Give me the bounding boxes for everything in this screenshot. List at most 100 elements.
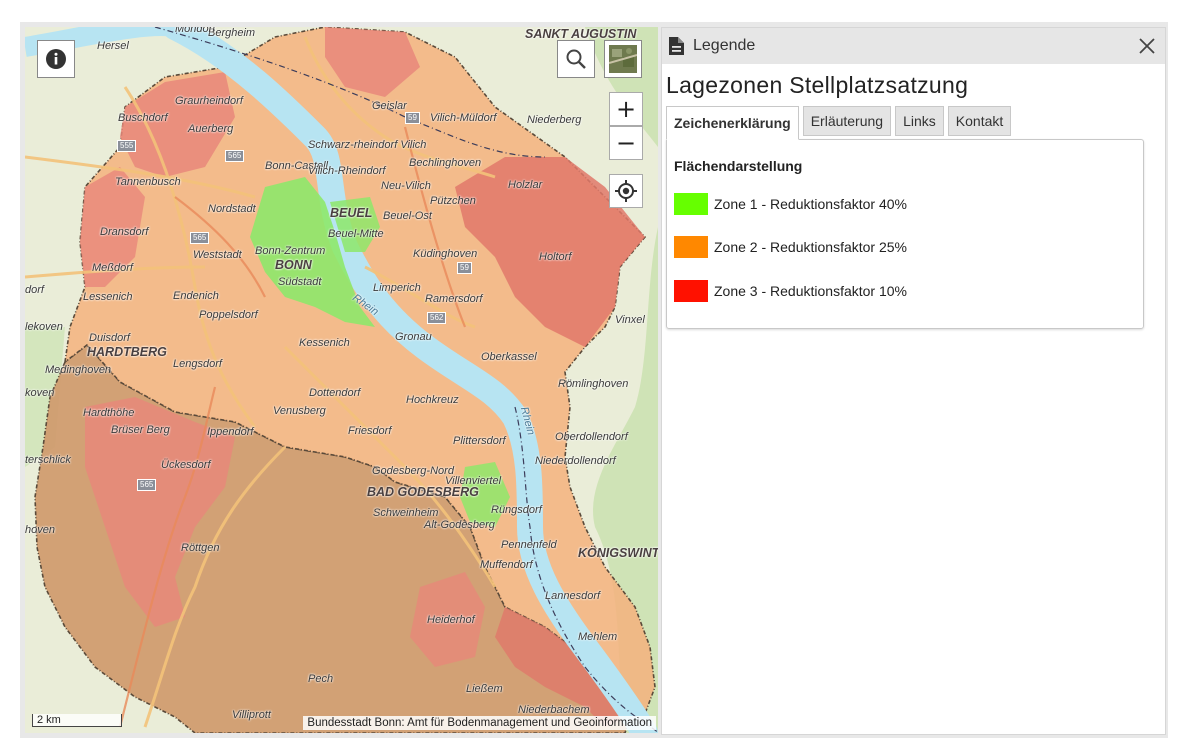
place-label: Pützchen	[430, 195, 476, 207]
place-label: Auerberg	[188, 123, 234, 135]
legend-panel-title: Legende	[693, 37, 756, 54]
place-label: Oberdollendorf	[555, 431, 628, 443]
place-label: BAD GODESBERG	[367, 485, 479, 499]
legend-item-zone-3: Zone 3 - Reduktionsfaktor 10%	[674, 280, 907, 302]
place-label: Endenich	[173, 290, 219, 302]
tab-links[interactable]: Links	[895, 106, 944, 136]
place-label: Poppelsdorf	[199, 309, 258, 321]
basemap-toggle-button[interactable]	[604, 40, 642, 78]
place-label: Gronau	[395, 331, 432, 343]
place-label: Pech	[308, 673, 334, 685]
tab-content: Flächendarstellung Zone 1 - Reduktionsfa…	[666, 139, 1144, 329]
map-view[interactable]: Hersel Bergheim Mondorf SANKT AUGUSTIN Graur…	[25, 27, 658, 733]
place-label: BONN	[275, 258, 312, 272]
place-label: koven	[25, 387, 55, 399]
zone-3-label: Zone 3 - Reduktionsfaktor 10%	[714, 283, 907, 299]
road-number-badge: 59	[405, 112, 420, 124]
place-label: Beuel-Ost	[383, 210, 432, 222]
place-label: Bonn-Zentrum	[255, 245, 326, 257]
place-label: Vinxel	[615, 314, 645, 326]
place-label: Röttgen	[181, 542, 220, 554]
place-label: Schweinheim	[373, 507, 439, 519]
place-label: Weststadt	[193, 249, 242, 261]
place-label: Vilich-Rheindorf	[308, 165, 386, 177]
place-label: Dottendorf	[309, 387, 361, 399]
info-icon	[46, 49, 66, 69]
place-label: Lessenich	[83, 291, 133, 303]
road-number-badge: 565	[137, 479, 157, 491]
zone-3-swatch	[674, 280, 708, 302]
locate-button[interactable]	[609, 174, 643, 208]
place-label: Muffendorf	[480, 559, 533, 571]
place-label: Römlinghoven	[558, 378, 629, 390]
place-label: Ippendorf	[207, 426, 254, 438]
place-label: KÖNIGSWINT	[578, 546, 658, 560]
place-label: Villiprott	[232, 709, 271, 721]
place-label: Oberkassel	[481, 351, 537, 363]
place-label: Holtorf	[539, 251, 572, 263]
place-label: Buschdorf	[118, 112, 168, 124]
place-label: Lannesdorf	[545, 590, 601, 602]
place-label: Hardthöhe	[83, 407, 135, 419]
map-attribution: Bundesstadt Bonn: Amt für Bodenmanagemen…	[303, 716, 656, 730]
tab-erlaeuterung[interactable]: Erläuterung	[802, 106, 892, 136]
road-number-badge: 565	[190, 232, 210, 244]
place-label: Limperich	[373, 282, 421, 294]
place-label: Vilich-Müldorf	[430, 112, 497, 124]
place-label: Schwarz-rheindorf Vilich	[308, 139, 427, 151]
place-label: hoven	[25, 524, 55, 536]
place-label: terschlick	[25, 454, 71, 466]
zoom-out-button[interactable]: −	[609, 126, 643, 160]
place-label: Medinghoven	[45, 364, 112, 376]
place-label: Küdinghoven	[413, 248, 478, 260]
place-label: Plittersdorf	[453, 435, 506, 447]
tab-kontakt[interactable]: Kontakt	[947, 106, 1012, 136]
place-label: Niederberg	[527, 114, 582, 126]
zone-2-label: Zone 2 - Reduktionsfaktor 25%	[714, 239, 907, 255]
place-label: dorf	[25, 284, 44, 296]
place-label: lekoven	[25, 321, 63, 333]
locate-icon	[615, 180, 637, 202]
aerial-basemap-thumbnail	[609, 45, 637, 73]
road-number-badge: 555	[117, 140, 137, 152]
place-label: Niederbachem	[518, 704, 590, 716]
place-label: Südstadt	[278, 276, 322, 288]
close-icon	[1139, 38, 1155, 54]
place-label: Meßdorf	[92, 262, 133, 274]
road-number-badge: 565	[225, 150, 245, 162]
place-label: Pennenfeld	[501, 539, 557, 551]
place-label: Geislar	[372, 100, 407, 112]
place-label: HARDTBERG	[87, 345, 167, 359]
place-label: Graurheindorf	[175, 95, 243, 107]
place-label: Tannenbusch	[115, 176, 181, 188]
place-label: Venusberg	[273, 405, 326, 417]
tab-zeichenerklaerung[interactable]: Zeichenerklärung	[666, 106, 799, 140]
place-label: Mondorf	[175, 27, 216, 35]
place-label: Ramersdorf	[425, 293, 483, 305]
close-button[interactable]	[1135, 34, 1159, 58]
search-button[interactable]	[557, 40, 595, 78]
zoom-in-button[interactable]: +	[609, 92, 643, 126]
place-label: Heiderhof	[427, 614, 475, 626]
place-label: Bechlinghoven	[409, 157, 482, 169]
info-button[interactable]	[37, 40, 75, 78]
place-label: SANKT AUGUSTIN	[525, 27, 637, 41]
place-label: BEUEL	[330, 206, 373, 220]
place-label: Lengsdorf	[173, 358, 222, 370]
legend-panel: Legende Lagezonen Stellplatzsatzung Zeic…	[661, 27, 1166, 735]
road-number-badge: 59	[457, 262, 472, 274]
scale-bar: 2 km	[32, 714, 122, 727]
place-label: Beuel-Mitte	[328, 228, 384, 240]
place-label: Kessenich	[299, 337, 350, 349]
place-label: Neu-Vilich	[381, 180, 431, 192]
legend-heading: Lagezonen Stellplatzsatzung	[666, 72, 969, 98]
legend-item-zone-1: Zone 1 - Reduktionsfaktor 40%	[674, 193, 907, 215]
place-label: Dransdorf	[100, 226, 149, 238]
place-label: Niederdollendorf	[535, 455, 616, 467]
section-title: Flächendarstellung	[674, 158, 803, 174]
legend-panel-header: Legende	[662, 28, 1165, 64]
place-label: Rüngsdorf	[491, 504, 542, 516]
document-icon	[669, 37, 684, 55]
place-label: Ückesdorf	[161, 459, 211, 471]
legend-tabs: Zeichenerklärung Erläuterung Links Konta…	[666, 106, 1015, 140]
